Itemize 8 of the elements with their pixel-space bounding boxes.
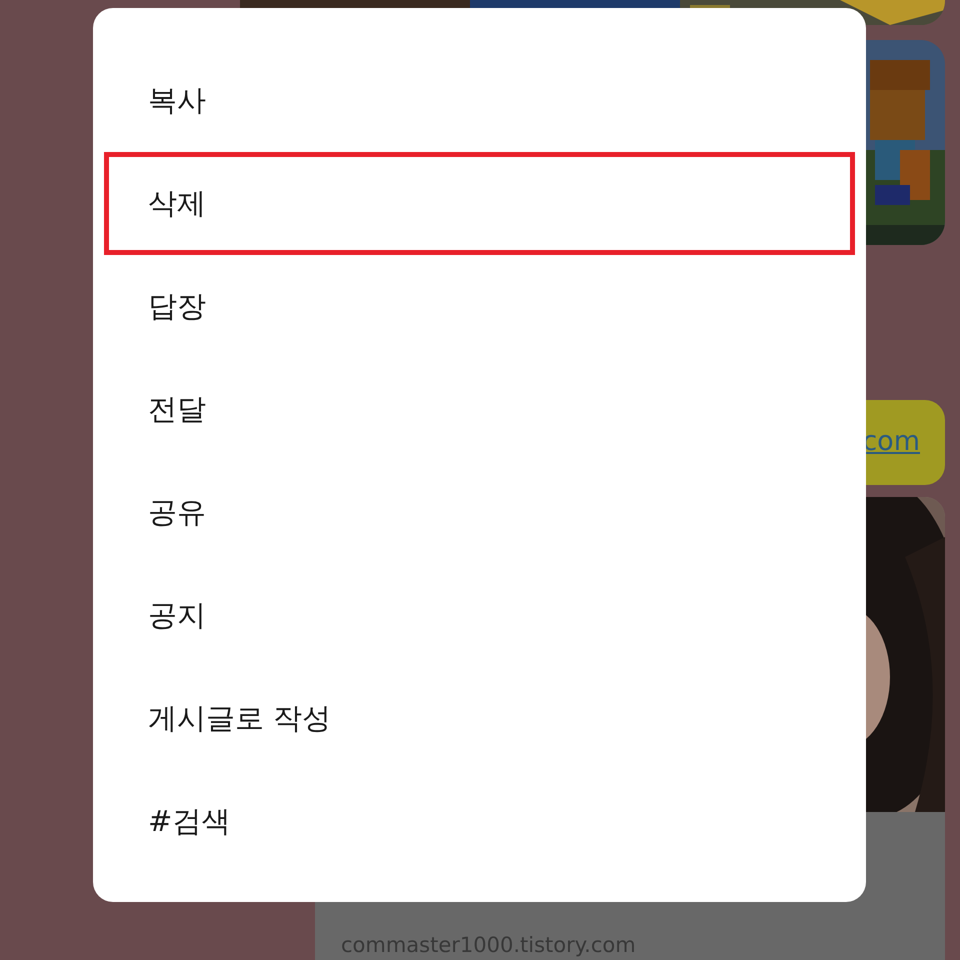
menu-item[interactable]: #검색 xyxy=(104,770,855,873)
menu-item[interactable]: 답장 xyxy=(104,255,855,358)
menu-item[interactable]: 전달 xyxy=(104,358,855,461)
menu-item[interactable]: 게시글로 작성 xyxy=(104,667,855,770)
menu-item[interactable]: 공유 xyxy=(104,461,855,564)
menu-item[interactable]: 삭제 xyxy=(104,152,855,255)
menu-item[interactable]: 복사 xyxy=(104,49,855,152)
menu-item[interactable]: 공지 xyxy=(104,564,855,667)
